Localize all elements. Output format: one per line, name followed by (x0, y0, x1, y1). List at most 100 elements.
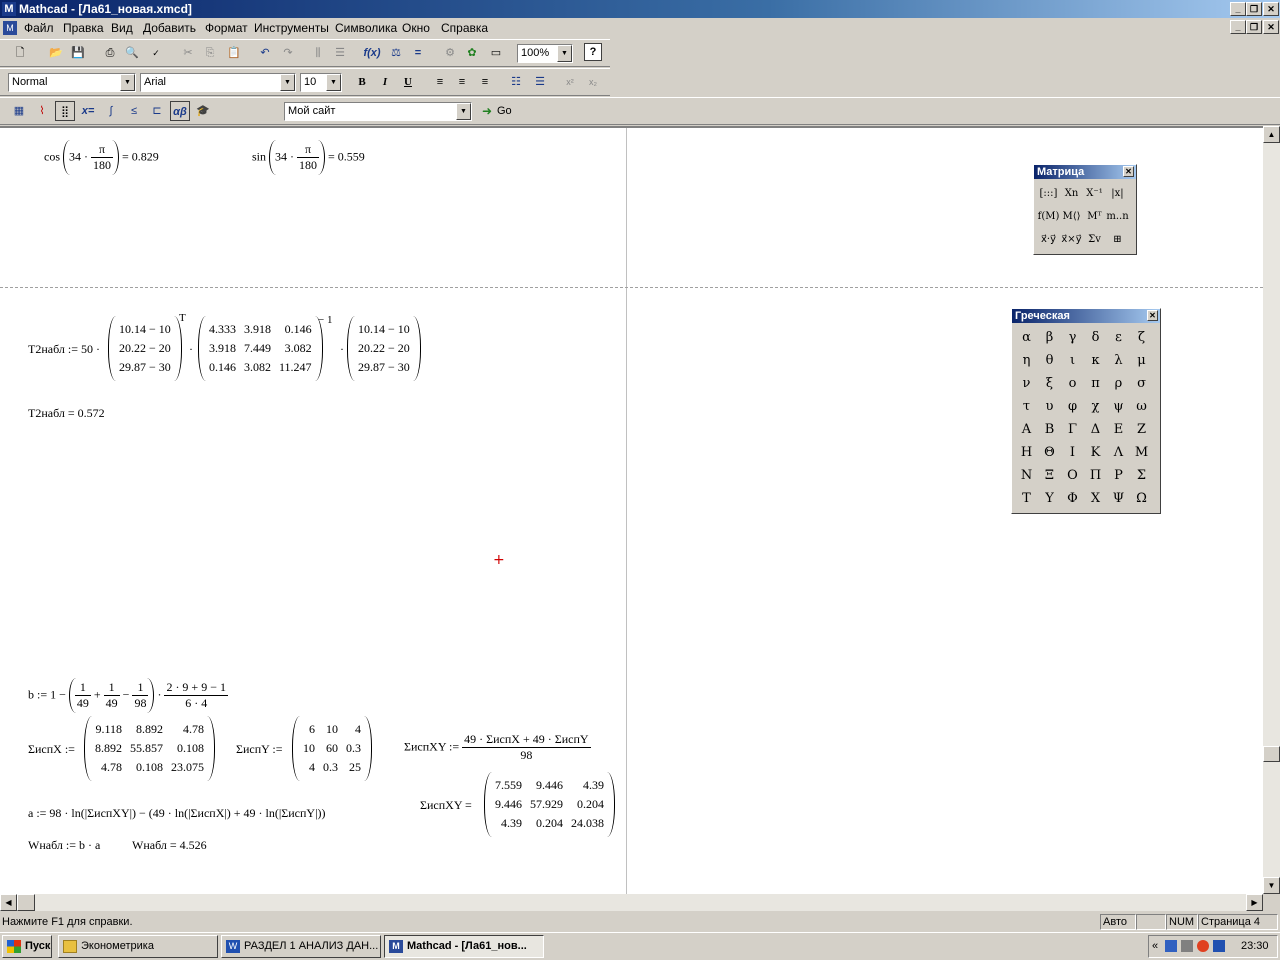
greek-button[interactable]: Ι (1061, 441, 1084, 464)
restore-icon[interactable]: ❐ (1246, 2, 1262, 16)
print-preview-icon[interactable]: 🔍 (122, 43, 142, 63)
chevron-down-icon[interactable]: ▼ (326, 74, 341, 91)
url-select[interactable]: Мой сайт ▼ (284, 102, 472, 121)
numbering-icon[interactable]: ☰ (530, 72, 550, 92)
greek-button[interactable]: Ω (1130, 487, 1153, 510)
w-result[interactable]: Wнабл = 4.526 (132, 838, 207, 853)
superscript-icon[interactable]: x² (560, 72, 580, 92)
greek-button[interactable]: ω (1130, 395, 1153, 418)
a-definition[interactable]: a := 98 · ln(|ΣиспXY|) − (49 · ln(|ΣиспX… (28, 806, 325, 821)
chevron-down-icon[interactable]: ▼ (456, 103, 471, 120)
matrix-button[interactable]: ⊞ (1106, 228, 1129, 251)
insert-function-icon[interactable]: f(x) (362, 43, 382, 63)
doc-minimize-icon[interactable]: _ (1230, 20, 1246, 34)
copy-icon[interactable]: ⎘ (200, 43, 220, 63)
bullets-icon[interactable]: ☷ (506, 72, 526, 92)
close-icon[interactable]: ✕ (1123, 166, 1134, 177)
spellcheck-icon[interactable]: ✓ (146, 43, 166, 63)
worksheet[interactable]: cos 34 · π 180 = 0.829 sin 34 · π 180 = 0.… (0, 126, 1263, 894)
tray-expand-icon[interactable]: « (1152, 940, 1158, 952)
scroll-up-icon[interactable]: ▲ (1263, 126, 1280, 143)
vertical-scrollbar[interactable]: ▲ ▼ (1263, 126, 1280, 894)
matrix-button[interactable]: Mᵀ (1083, 205, 1106, 228)
greek-button[interactable]: β (1038, 326, 1061, 349)
document-icon[interactable]: M (3, 21, 17, 35)
matrix-palette-icon[interactable]: ⣿ (55, 101, 75, 121)
cos-expression[interactable]: cos 34 · π 180 = 0.829 (44, 140, 159, 175)
chevron-down-icon[interactable]: ▼ (557, 45, 572, 62)
greek-button[interactable]: δ (1084, 326, 1107, 349)
chevron-down-icon[interactable]: ▼ (120, 74, 135, 91)
matrix-button[interactable]: f(M) (1037, 205, 1060, 228)
language-icon[interactable] (1213, 940, 1225, 952)
symbolic-icon[interactable]: 🎓 (193, 101, 213, 121)
w-definition[interactable]: Wнабл := b · a (28, 838, 100, 853)
sin-expression[interactable]: sin 34 · π 180 = 0.559 (252, 140, 365, 175)
greek-button[interactable]: Β (1038, 418, 1061, 441)
resource-center-icon[interactable]: ✿ (462, 43, 482, 63)
matrix-sx[interactable]: 9.118 8.892 4.78 8.892 55.857 0.108 4.78 0.10… (84, 716, 215, 781)
greek-button[interactable]: Ψ (1107, 487, 1130, 510)
italic-button[interactable]: I (375, 72, 395, 92)
greek-palette-icon[interactable]: αβ (170, 101, 190, 121)
evaluation-icon[interactable]: x= (78, 101, 98, 121)
greek-button[interactable]: Σ (1130, 464, 1153, 487)
menu-help[interactable]: Справка (441, 21, 488, 35)
calculate-icon[interactable]: = (408, 43, 428, 63)
matrix-button[interactable]: [:::] (1037, 182, 1060, 205)
greek-button[interactable]: φ (1061, 395, 1084, 418)
style-select[interactable]: Normal ▼ (8, 73, 136, 92)
menu-insert[interactable]: Добавить (143, 21, 196, 35)
undo-icon[interactable]: ↶ (255, 43, 275, 63)
save-icon[interactable]: 💾 (68, 43, 88, 63)
matrix-sxy[interactable]: 7.559 9.446 4.39 9.446 57.929 0.204 4.39 0.20… (484, 772, 615, 837)
minimize-icon[interactable]: _ (1230, 2, 1246, 16)
start-button[interactable]: Пуск (2, 935, 52, 958)
greek-button[interactable]: Δ (1084, 418, 1107, 441)
boolean-icon[interactable]: ≤ (124, 101, 144, 121)
t2-result[interactable]: T2набл = 0.572 (28, 406, 105, 421)
redo-icon[interactable]: ↷ (278, 43, 298, 63)
graph-icon[interactable]: ⌇ (32, 101, 52, 121)
scroll-right-icon[interactable]: ▶ (1246, 894, 1263, 911)
greek-button[interactable]: υ (1038, 395, 1061, 418)
doc-close-icon[interactable]: ✕ (1263, 20, 1279, 34)
close-icon[interactable]: ✕ (1263, 2, 1279, 16)
bold-button[interactable]: B (352, 72, 372, 92)
menu-view[interactable]: Вид (111, 21, 133, 35)
greek-button[interactable]: ψ (1107, 395, 1130, 418)
matrix-button[interactable]: x⃗·y⃗ (1037, 228, 1060, 251)
menu-tools[interactable]: Инструменты (254, 21, 329, 35)
sxy-result-label[interactable]: ΣиспXY = (420, 798, 472, 813)
greek-button[interactable]: α (1015, 326, 1038, 349)
greek-button[interactable]: Π (1084, 464, 1107, 487)
greek-button[interactable]: χ (1084, 395, 1107, 418)
sxy-definition[interactable]: ΣиспXY := 49 · ΣиспX + 49 · ΣиспY 98 (404, 732, 591, 763)
greek-button[interactable]: ο (1061, 372, 1084, 395)
b-definition[interactable]: b := 1 − 1 49 + 1 49 − 1 98 · 2 · 9 + 9 − 1… (28, 678, 228, 713)
matrix-button[interactable]: m..n (1106, 205, 1129, 228)
greek-button[interactable]: θ (1038, 349, 1061, 372)
greek-button[interactable]: Φ (1061, 487, 1084, 510)
greek-button[interactable]: Ρ (1107, 464, 1130, 487)
greek-button[interactable]: λ (1107, 349, 1130, 372)
greek-button[interactable]: Λ (1107, 441, 1130, 464)
sx-label[interactable]: ΣиспX := (28, 742, 75, 757)
scroll-down-icon[interactable]: ▼ (1263, 877, 1280, 894)
greek-button[interactable]: Η (1015, 441, 1038, 464)
align-left-icon[interactable]: ≡ (430, 72, 450, 92)
paste-icon[interactable]: 📋 (224, 43, 244, 63)
greek-button[interactable]: Ξ (1038, 464, 1061, 487)
align-across-icon[interactable]: ⫼ (308, 43, 328, 63)
greek-button[interactable]: γ (1061, 326, 1084, 349)
calculus-icon[interactable]: ∫ (101, 101, 121, 121)
align-down-icon[interactable]: ☰ (330, 43, 350, 63)
greek-button[interactable]: Χ (1084, 487, 1107, 510)
greek-button[interactable]: Ν (1015, 464, 1038, 487)
help-icon[interactable]: ? (584, 43, 602, 61)
matrix-button[interactable]: X⁻¹ (1083, 182, 1106, 205)
print-icon[interactable]: ⎙ (100, 43, 120, 63)
greek-button[interactable]: ν (1015, 372, 1038, 395)
greek-button[interactable]: Θ (1038, 441, 1061, 464)
greek-button[interactable]: Ε (1107, 418, 1130, 441)
